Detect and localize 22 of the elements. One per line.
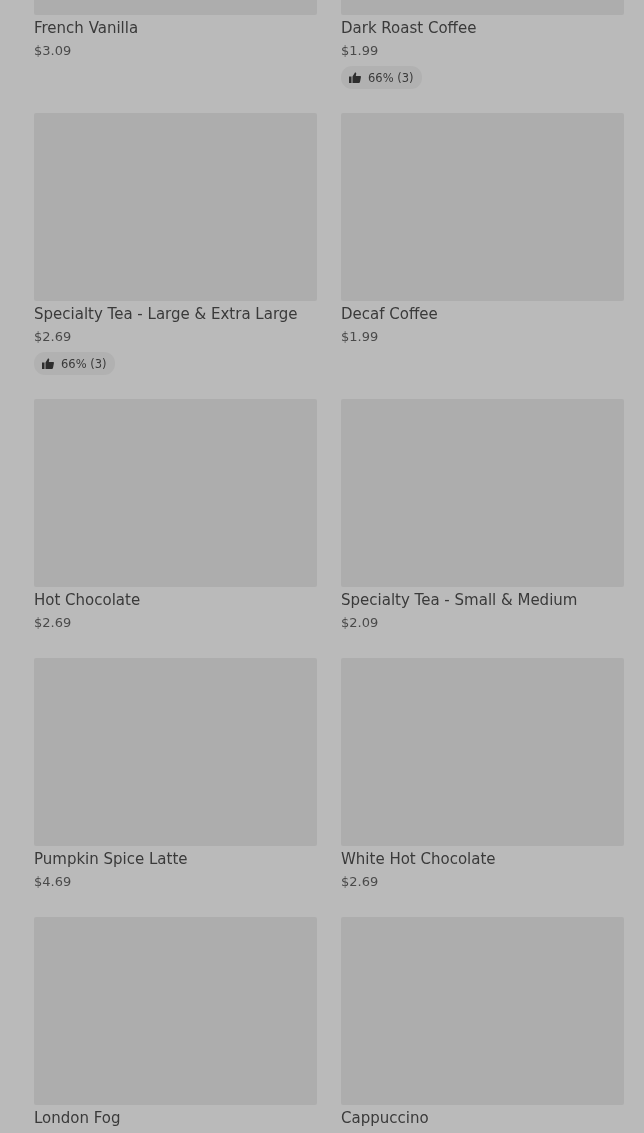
product-name[interactable]: French Vanilla [34,17,139,40]
product-name[interactable]: Cappuccino [341,1107,429,1130]
product-name[interactable]: London Fog [34,1107,121,1130]
product-name[interactable]: Specialty Tea - Large & Extra Large [34,303,298,326]
product-price: $1.99 [341,42,379,60]
product-price: $2.09 [341,614,379,632]
product-name[interactable]: White Hot Chocolate [341,848,496,871]
product-price: $2.69 [341,873,379,891]
thumbs-up-icon [42,358,54,369]
product-price: $1.99 [341,328,379,346]
product-name[interactable]: Pumpkin Spice Latte [34,848,188,871]
thumbs-up-icon [349,72,361,83]
rating-text: 66% (3) [61,356,107,371]
rating-text: 66% (3) [368,70,414,85]
product-name[interactable]: Decaf Coffee [341,303,438,326]
product-name[interactable]: Dark Roast Coffee [341,17,477,40]
product-price: $2.69 [34,328,72,346]
product-price: $4.69 [34,873,72,891]
product-price: $3.09 [34,42,72,60]
product-name[interactable]: Specialty Tea - Small & Medium [341,589,578,612]
product-name[interactable]: Hot Chocolate [34,589,141,612]
product-price: $2.69 [34,614,72,632]
